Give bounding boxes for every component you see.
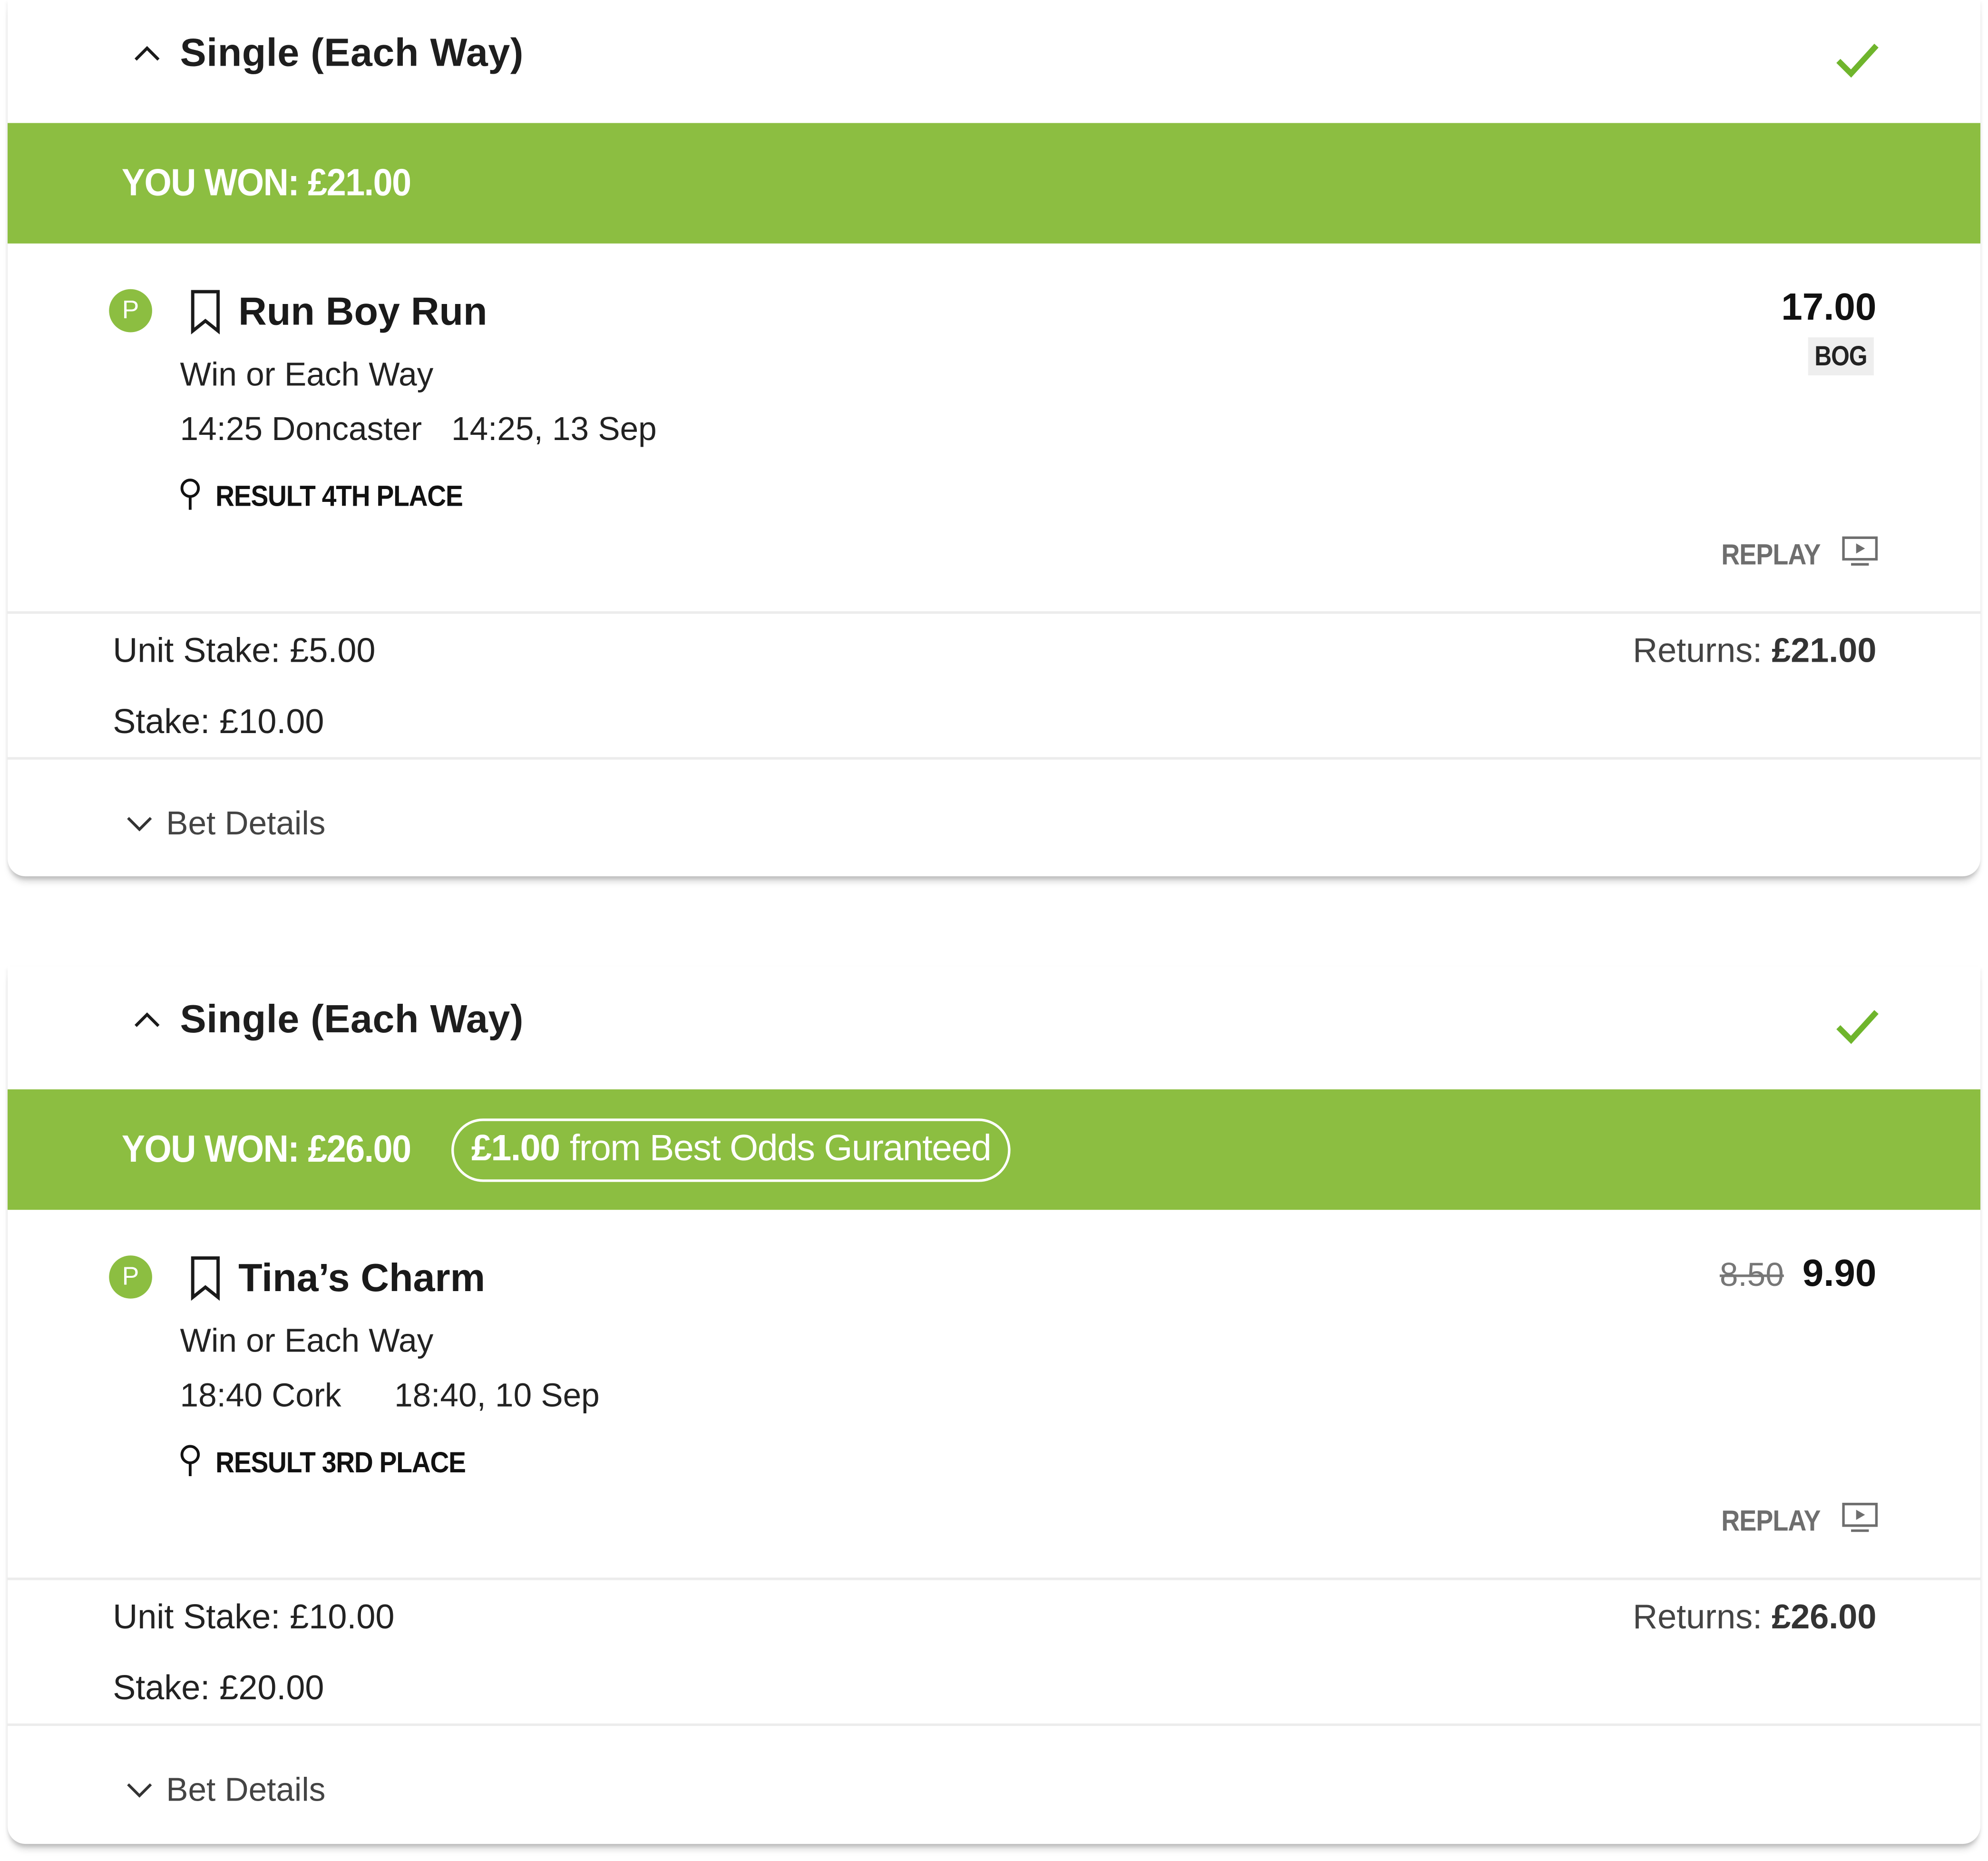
odds-value: 9.90	[1802, 1253, 1877, 1295]
location-pin-icon	[180, 1445, 200, 1476]
bog-badge: BOG	[1808, 337, 1874, 376]
win-banner: YOU WON: £21.00	[7, 123, 1980, 244]
total-stake: Stake: £20.00	[113, 1669, 324, 1707]
replay-tv-icon[interactable]	[1841, 1501, 1879, 1534]
selection-row: P Run Boy Run Win or Each Way 14:25 Donc…	[7, 244, 1980, 614]
replay-tv-icon[interactable]	[1841, 535, 1879, 568]
selection-row: P Tina’s Charm Win or Each Way 18:40 Cor…	[7, 1210, 1980, 1580]
won-amount: YOU WON: £21.00	[121, 161, 411, 204]
stake-summary: Unit Stake: £10.00 Stake: £20.00 Returns…	[7, 1580, 1980, 1726]
bog-text: from Best Odds Guranteed	[569, 1128, 992, 1169]
won-amount: YOU WON: £26.00	[121, 1128, 411, 1170]
returns-label: Returns:	[1633, 1597, 1763, 1636]
event-name: 14:25 Doncaster	[180, 410, 422, 448]
bet-card: Single (Each Way) YOU WON: £26.00 £1.00 …	[7, 966, 1980, 1844]
chevron-down-icon[interactable]	[124, 808, 155, 838]
odds-value: 17.00	[1781, 286, 1877, 329]
chevron-up-icon[interactable]	[128, 36, 166, 74]
bet-type-title: Single (Each Way)	[180, 30, 524, 75]
bet-type-title: Single (Each Way)	[180, 997, 524, 1041]
market-name: Win or Each Way	[180, 1321, 434, 1360]
bog-amount: £1.00	[471, 1128, 560, 1169]
stake-summary: Unit Stake: £5.00 Stake: £10.00 Returns:…	[7, 614, 1980, 760]
bet-details-toggle[interactable]: Bet Details	[8, 760, 1980, 876]
result-text: RESULT 4TH PLACE	[215, 479, 463, 512]
win-banner: YOU WON: £26.00 £1.00 from Best Odds Gur…	[7, 1089, 1980, 1210]
unit-stake: Unit Stake: £10.00	[113, 1597, 395, 1636]
event-time: 14:25, 13 Sep	[451, 410, 657, 448]
bet-details-label[interactable]: Bet Details	[166, 804, 325, 843]
bet-details-label[interactable]: Bet Details	[166, 1770, 325, 1810]
place-badge: P	[109, 1255, 152, 1299]
location-pin-icon	[180, 479, 200, 510]
runner-name: Run Boy Run	[238, 289, 487, 334]
bookmark-icon[interactable]	[188, 1255, 224, 1301]
replay-link[interactable]: REPLAY	[1722, 538, 1821, 572]
best-odds-pill: £1.00 from Best Odds Guranteed	[451, 1117, 1011, 1182]
bet-header[interactable]: Single (Each Way)	[8, 966, 1980, 1089]
event-name: 18:40 Cork	[180, 1376, 341, 1414]
chevron-up-icon[interactable]	[128, 1002, 166, 1040]
runner-name: Tina’s Charm	[238, 1255, 486, 1300]
returns: Returns: £26.00	[1633, 1598, 1876, 1637]
returns-value: £21.00	[1772, 631, 1877, 670]
result-text: RESULT 3RD PLACE	[215, 1446, 466, 1479]
total-stake: Stake: £10.00	[113, 702, 324, 741]
chevron-down-icon[interactable]	[124, 1774, 155, 1804]
event-time: 18:40, 10 Sep	[394, 1376, 600, 1414]
replay-link[interactable]: REPLAY	[1722, 1504, 1821, 1538]
place-badge: P	[109, 289, 152, 333]
bookmark-icon[interactable]	[188, 289, 224, 335]
check-icon	[1836, 1010, 1879, 1044]
bet-header[interactable]: Single (Each Way)	[8, 0, 1980, 123]
original-odds: 8.50	[1719, 1255, 1784, 1294]
bet-details-toggle[interactable]: Bet Details	[8, 1726, 1980, 1844]
market-name: Win or Each Way	[180, 355, 434, 393]
returns-value: £26.00	[1772, 1597, 1877, 1636]
returns: Returns: £21.00	[1633, 632, 1876, 671]
check-icon	[1836, 43, 1879, 78]
bet-card: Single (Each Way) YOU WON: £21.00 P Run …	[7, 0, 1980, 877]
unit-stake: Unit Stake: £5.00	[113, 631, 376, 670]
returns-label: Returns:	[1633, 631, 1763, 670]
